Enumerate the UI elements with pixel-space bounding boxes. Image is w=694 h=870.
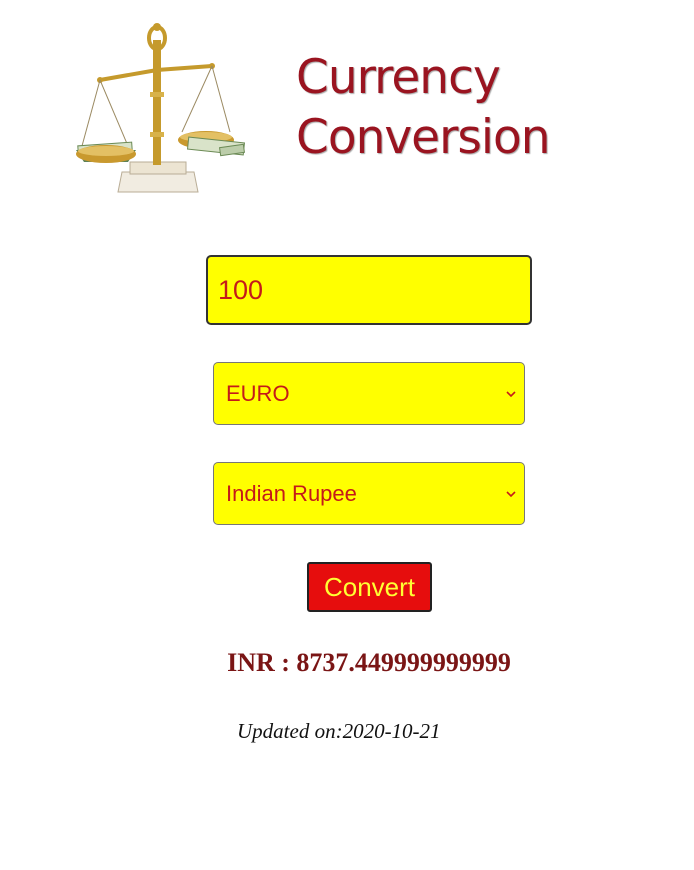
page-title: Currency Conversion [296, 48, 636, 168]
balance-scale-with-money-icon [76, 23, 246, 193]
from-currency-value: EURO [226, 380, 290, 406]
from-currency-select[interactable]: EURO [213, 362, 525, 425]
chevron-down-icon [506, 490, 516, 497]
header: Currency Conversion [0, 0, 694, 210]
updated-date: Updated on:2020-10-21 [237, 719, 441, 743]
chevron-down-icon [506, 390, 516, 397]
conversion-result: INR : 8737.449999999999 [227, 648, 511, 677]
convert-button[interactable]: Convert [307, 562, 432, 612]
title-line-currency: Currency [296, 50, 501, 105]
to-currency-select[interactable]: Indian Rupee [213, 462, 525, 525]
title-line-conversion: Conversion [296, 110, 551, 165]
amount-input[interactable] [206, 255, 532, 325]
to-currency-value: Indian Rupee [226, 480, 357, 506]
